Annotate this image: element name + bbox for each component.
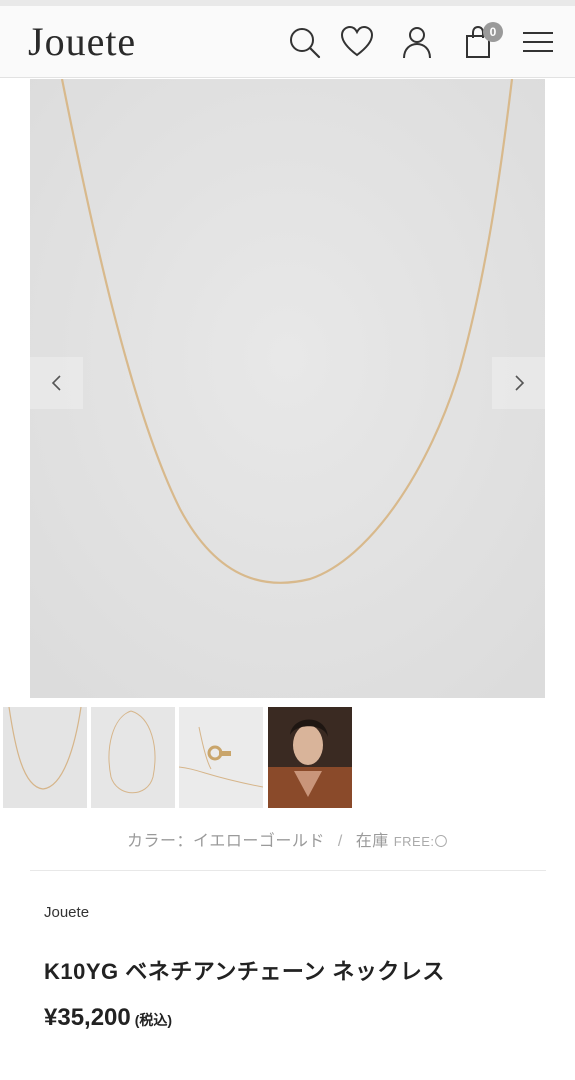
product-price: ¥35,200 (税込) bbox=[44, 1004, 172, 1032]
thumbnail-1[interactable] bbox=[3, 707, 87, 808]
site-logo[interactable]: Jouete bbox=[28, 18, 136, 66]
thumbnail-4[interactable] bbox=[268, 707, 352, 808]
chevron-right-icon bbox=[514, 375, 524, 391]
stock-label: 在庫 bbox=[355, 833, 389, 850]
site-header: Jouete 0 bbox=[0, 6, 575, 78]
user-icon[interactable] bbox=[399, 24, 435, 60]
section-divider bbox=[30, 870, 546, 871]
bag-icon[interactable]: 0 bbox=[461, 22, 503, 60]
variant-separator: / bbox=[337, 833, 343, 850]
heart-icon[interactable] bbox=[339, 24, 375, 60]
color-label: カラー：イエローゴールド bbox=[127, 833, 325, 850]
menu-icon[interactable] bbox=[520, 24, 556, 60]
thumbnail-3[interactable] bbox=[179, 707, 263, 808]
product-title: K10YG ベネチアンチェーン ネックレス bbox=[44, 959, 445, 984]
variant-info: カラー：イエローゴールド / 在庫 FREE:〇 bbox=[0, 827, 575, 851]
tax-note: (税込) bbox=[134, 1012, 173, 1028]
price-value: ¥35,200 bbox=[44, 1004, 131, 1031]
gallery-next-button[interactable] bbox=[492, 357, 545, 409]
chevron-left-icon bbox=[51, 375, 61, 391]
size-stock-value: FREE:〇 bbox=[393, 834, 448, 849]
gallery-prev-button[interactable] bbox=[30, 357, 83, 409]
product-main-image[interactable] bbox=[30, 79, 545, 698]
cart-count-badge: 0 bbox=[483, 22, 503, 42]
search-icon[interactable] bbox=[286, 24, 322, 60]
thumbnail-2[interactable] bbox=[91, 707, 175, 808]
product-brand[interactable]: Jouete bbox=[44, 904, 89, 921]
